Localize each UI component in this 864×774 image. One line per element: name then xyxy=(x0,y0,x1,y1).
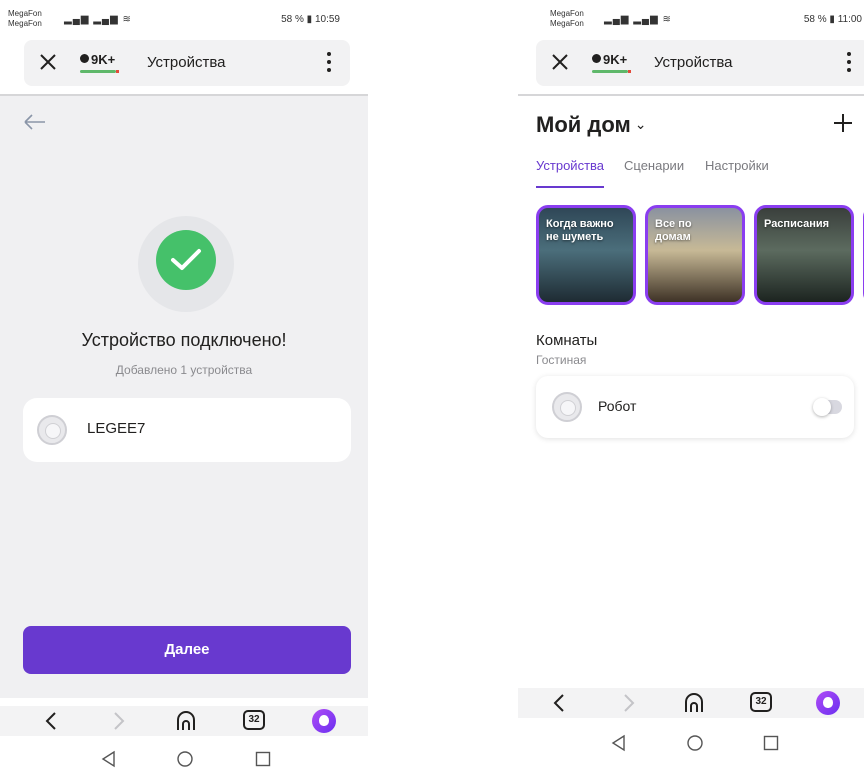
close-icon[interactable] xyxy=(548,50,572,74)
back-icon[interactable] xyxy=(548,691,572,715)
story-card[interactable]: Когда важно не шуметь xyxy=(536,205,636,305)
rooms-heading: Комнаты xyxy=(536,332,598,349)
notifications-badge[interactable]: 9K+ xyxy=(80,52,115,67)
carrier-name: MegaFon xyxy=(8,9,42,18)
left-screen: MegaFon MegaFon ▂▄▆ ▂▄▆ ≋ 58 % ▮ 10:59 9… xyxy=(0,0,368,774)
back-icon[interactable] xyxy=(40,709,64,733)
story-label: Расписания xyxy=(764,218,830,230)
chat-bubble-icon xyxy=(592,54,601,63)
battery-percent: 58 % xyxy=(281,14,304,25)
page-title: Устройства xyxy=(654,54,733,71)
system-back-icon[interactable] xyxy=(610,734,628,752)
browser-bottom-nav: 32 xyxy=(518,688,864,718)
home-icon[interactable] xyxy=(682,691,706,715)
system-home-icon[interactable] xyxy=(176,750,194,768)
signal-wifi-icons: ▂▄▆ ▂▄▆ ≋ xyxy=(604,14,672,25)
forward-icon[interactable] xyxy=(616,691,640,715)
more-menu-icon[interactable] xyxy=(846,52,852,74)
alice-assistant-icon[interactable] xyxy=(816,691,840,715)
success-subtitle: Добавлено 1 устройства xyxy=(115,363,253,377)
system-home-icon[interactable] xyxy=(686,734,704,752)
status-bar: MegaFon MegaFon ▂▄▆ ▂▄▆ ≋ 58 % ▮ 11:00 xyxy=(518,6,864,36)
robot-vacuum-icon xyxy=(552,392,582,422)
carrier-name-secondary: MegaFon xyxy=(8,19,42,28)
back-arrow-icon[interactable] xyxy=(22,110,48,134)
alice-assistant-icon[interactable] xyxy=(312,709,336,733)
battery-icon: ▮ xyxy=(306,14,313,25)
device-power-toggle[interactable] xyxy=(813,398,842,416)
tab-settings[interactable]: Настройки xyxy=(705,158,769,173)
home-icon[interactable] xyxy=(174,709,198,733)
story-card[interactable]: Все по домам xyxy=(645,205,745,305)
system-recents-icon[interactable] xyxy=(254,750,272,768)
device-name: Робот xyxy=(598,398,637,414)
battery-icon: ▮ xyxy=(829,14,835,25)
close-icon[interactable] xyxy=(36,50,60,74)
notifications-badge[interactable]: 9K+ xyxy=(592,52,627,67)
device-name: LEGEE7 xyxy=(87,420,146,437)
stories-carousel: Когда важно не шуметь Все по домам Распи… xyxy=(536,205,864,305)
forward-icon[interactable] xyxy=(106,709,130,733)
badge-progress-line xyxy=(592,70,631,73)
carrier-name: MegaFon xyxy=(550,9,584,18)
page-title: Устройства xyxy=(147,54,226,71)
system-back-icon[interactable] xyxy=(100,750,118,768)
battery-percent: 58 % xyxy=(803,14,827,25)
next-button[interactable]: Далее xyxy=(23,626,351,674)
system-nav-bar xyxy=(518,732,864,758)
device-card[interactable]: Робот xyxy=(536,376,854,438)
add-icon[interactable] xyxy=(832,112,854,134)
tab-devices[interactable]: Устройства xyxy=(536,158,605,188)
home-title: Мой дом xyxy=(536,112,631,137)
story-label: Когда важно не шуметь xyxy=(546,218,614,243)
status-bar: MegaFon MegaFon ▂▄▆ ▂▄▆ ≋ 58 % ▮ 10:59 xyxy=(0,6,368,36)
story-card[interactable]: Расписания xyxy=(754,205,854,305)
home-selector[interactable]: Мой дом ⌄ xyxy=(536,112,647,138)
tab-scenarios[interactable]: Сценарии xyxy=(624,158,684,173)
main-content: Мой дом ⌄ Устройства Сценарии Настройки К… xyxy=(518,96,864,680)
tabs-count-button[interactable]: 32 xyxy=(750,692,772,712)
browser-bottom-nav: 32 xyxy=(0,706,368,736)
more-menu-icon[interactable] xyxy=(326,52,332,74)
chevron-down-icon: ⌄ xyxy=(634,116,647,132)
system-nav-bar xyxy=(0,748,368,774)
main-content: Устройство подключено! Добавлено 1 устро… xyxy=(0,96,368,698)
chat-bubble-icon xyxy=(80,54,89,63)
signal-wifi-icons: ▂▄▆ ▂▄▆ ≋ xyxy=(64,14,132,25)
robot-vacuum-icon xyxy=(37,415,67,445)
device-card[interactable]: LEGEE7 xyxy=(23,398,351,462)
room-name: Гостиная xyxy=(536,353,587,367)
browser-top-bar: 9K+ Устройства xyxy=(24,40,350,86)
checkmark-icon xyxy=(156,230,216,290)
success-title: Устройство подключено! xyxy=(81,330,287,350)
clock: 10:59 xyxy=(314,14,340,25)
tabs-count-button[interactable]: 32 xyxy=(243,710,265,730)
carrier-name-secondary: MegaFon xyxy=(550,19,584,28)
right-screen: MegaFon MegaFon ▂▄▆ ▂▄▆ ≋ 58 % ▮ 11:00 9… xyxy=(518,0,864,774)
browser-top-bar: 9K+ Устройства xyxy=(536,40,864,86)
clock: 11:00 xyxy=(837,14,862,25)
badge-progress-line xyxy=(80,70,119,73)
story-label: Все по домам xyxy=(655,218,692,243)
system-recents-icon[interactable] xyxy=(762,734,780,752)
